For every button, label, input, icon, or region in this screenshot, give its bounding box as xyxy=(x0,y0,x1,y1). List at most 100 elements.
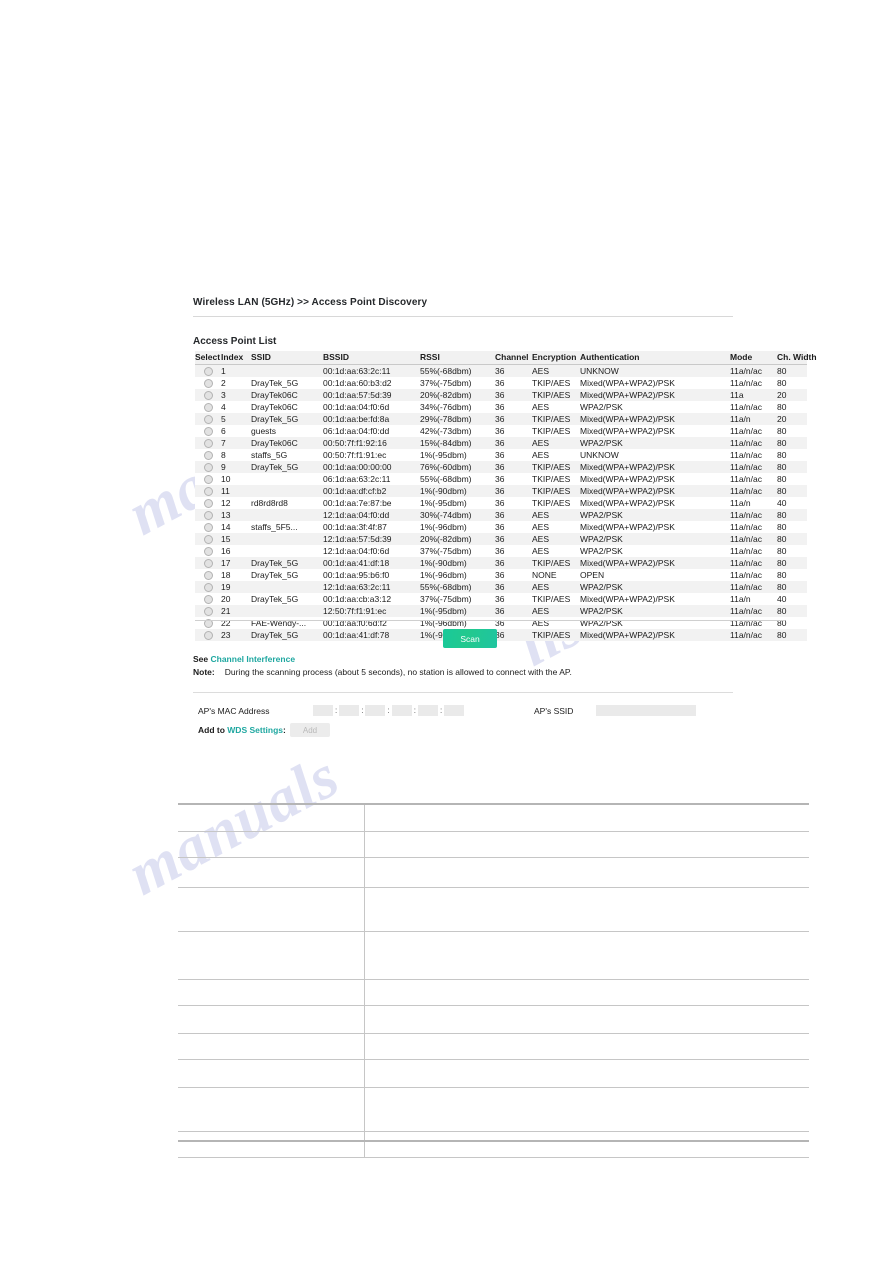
mac-octet-5[interactable] xyxy=(417,705,438,716)
table-cell-bssid: 12:1d:aa:57:5d:39 xyxy=(323,533,392,544)
table-row[interactable]: 12 rd8rd8rd8 00:1d:aa:7e:87:be 1%(-95dbm) 36… xyxy=(195,497,807,509)
select-radio-cell[interactable] xyxy=(195,437,221,449)
table-row[interactable]: 5 DrayTek_5G 00:1d:aa:be:fd:8a 29%(-78dbm) 3… xyxy=(195,413,807,425)
table-row[interactable]: 19 12:1d:aa:63:2c:11 55%(-68dbm) 36 AES WPA2/… xyxy=(195,581,807,593)
radio-button-icon[interactable] xyxy=(203,594,213,604)
ap-ssid-input[interactable] xyxy=(596,705,696,716)
radio-button-icon[interactable] xyxy=(203,402,213,412)
radio-button-icon[interactable] xyxy=(203,510,213,520)
table-row[interactable]: 6 guests 06:1d:aa:04:f0:dd 42%(-73dbm) 36 TKI… xyxy=(195,425,807,437)
table-cell-bssid: 00:1d:aa:df:cf:b2 xyxy=(323,485,387,496)
table-cell-channel: 36 xyxy=(495,389,505,400)
table-row[interactable]: 16 12:1d:aa:04:f0:6d 37%(-75dbm) 36 AES WPA2/… xyxy=(195,545,807,557)
radio-button-icon[interactable] xyxy=(203,486,213,496)
select-radio-cell[interactable] xyxy=(195,581,221,593)
table-row[interactable]: 23DrayTek_5G00:1d:aa:41:df:781%(-96dbm)3… xyxy=(195,629,807,641)
select-radio-cell[interactable] xyxy=(195,365,221,378)
radio-button-icon[interactable] xyxy=(203,522,213,532)
table-cell-channel: 36 xyxy=(495,545,505,556)
mac-octet-6[interactable] xyxy=(444,705,465,716)
select-radio-cell[interactable] xyxy=(195,389,221,401)
radio-button-icon[interactable] xyxy=(203,366,213,376)
table-row[interactable]: 18 DrayTek_5G 00:1d:aa:95:b6:f0 1%(-96dbm) 3… xyxy=(195,569,807,581)
radio-button-icon[interactable] xyxy=(203,438,213,448)
select-radio-cell[interactable] xyxy=(195,545,221,557)
select-radio-cell[interactable] xyxy=(195,497,221,509)
radio-button-icon[interactable] xyxy=(203,558,213,568)
table-cell-mode: 11a/n/ac xyxy=(730,617,762,628)
table-cell-bssid: 00:1d:aa:00:00:00 xyxy=(323,461,392,472)
table-row[interactable]: 11 00:1d:aa:df:cf:b2 1%(-90dbm) 36 TKIP/AES M… xyxy=(195,485,807,497)
description-value xyxy=(365,1131,810,1157)
radio-button-icon[interactable] xyxy=(203,474,213,484)
table-row[interactable]: 7 DrayTek06C 00:50:7f:f1:92:16 15%(-84dbm) 3… xyxy=(195,437,807,449)
select-radio-cell[interactable] xyxy=(195,401,221,413)
radio-button-icon[interactable] xyxy=(203,498,213,508)
table-cell-index: 20 xyxy=(221,593,231,604)
mac-octet-3[interactable] xyxy=(365,705,386,716)
select-radio-cell[interactable] xyxy=(195,593,221,605)
mac-octet-1[interactable] xyxy=(313,705,333,716)
mac-octet-4[interactable] xyxy=(391,705,412,716)
select-radio-cell[interactable] xyxy=(195,533,221,545)
radio-button-icon[interactable] xyxy=(203,534,213,544)
select-radio-cell[interactable] xyxy=(195,605,221,617)
table-row[interactable]: 20 DrayTek_5G 00:1d:aa:cb:a3:12 37%(-75dbm)… xyxy=(195,593,807,605)
table-row[interactable]: 3 DrayTek06C 00:1d:aa:57:5d:39 20%(-82dbm) 3… xyxy=(195,389,807,401)
table-cell-channel: 36 xyxy=(495,473,505,484)
select-radio-cell[interactable] xyxy=(195,617,221,629)
select-radio-cell[interactable] xyxy=(195,629,221,641)
wds-settings-link[interactable]: WDS Settings xyxy=(227,725,283,735)
radio-button-icon[interactable] xyxy=(203,582,213,592)
select-radio-cell[interactable] xyxy=(195,461,221,473)
select-radio-cell[interactable] xyxy=(195,569,221,581)
radio-button-icon[interactable] xyxy=(203,450,213,460)
table-row[interactable]: 2 DrayTek_5G 00:1d:aa:60:b3:d2 37%(-75dbm) 3… xyxy=(195,377,807,389)
table-row[interactable]: 9 DrayTek_5G 00:1d:aa:00:00:00 76%(-60dbm) 3… xyxy=(195,461,807,473)
table-row[interactable]: 8 staffs_5G 00:50:7f:f1:91:ec 1%(-95dbm) 36 A… xyxy=(195,449,807,461)
table-cell-mode: 11a/n/ac xyxy=(730,521,762,532)
select-radio-cell[interactable] xyxy=(195,413,221,425)
select-radio-cell[interactable] xyxy=(195,557,221,569)
radio-button-icon[interactable] xyxy=(203,630,213,640)
table-row[interactable]: 1 00:1d:aa:63:2c:11 55%(-68dbm) 36 AES UNKNOW… xyxy=(195,364,807,378)
table-cell-channel: 36 xyxy=(495,485,505,496)
table-cell-encryption: NONE xyxy=(532,569,557,580)
select-radio-cell[interactable] xyxy=(195,485,221,497)
description-key xyxy=(178,805,365,831)
table-row[interactable]: 13 12:1d:aa:04:f0:dd 30%(-74dbm) 36 AES WPA2/… xyxy=(195,509,807,521)
table-cell-authentication: Mixed(WPA+WPA2)/PSK xyxy=(580,425,675,436)
radio-button-icon[interactable] xyxy=(203,606,213,616)
select-radio-cell[interactable] xyxy=(195,473,221,485)
table-cell-bssid: 00:1d:aa:63:2c:11 xyxy=(323,365,391,376)
table-row[interactable]: 4 DrayTek06C 00:1d:aa:04:f0:6d 34%(-76dbm) 3… xyxy=(195,401,807,413)
table-cell-encryption: TKIP/AES xyxy=(532,593,571,604)
table-row[interactable]: 14 staffs_5F5... 00:1d:aa:3f:4f:87 1%(-96db… xyxy=(195,521,807,533)
channel-interference-link[interactable]: Channel Interference xyxy=(211,654,296,664)
table-row[interactable]: 17 DrayTek_5G 00:1d:aa:41:df:18 1%(-90dbm) 3… xyxy=(195,557,807,569)
mac-octet-2[interactable] xyxy=(339,705,360,716)
select-radio-cell[interactable] xyxy=(195,521,221,533)
description-table-bottom-border xyxy=(178,1140,809,1142)
radio-button-icon[interactable] xyxy=(203,378,213,388)
radio-button-icon[interactable] xyxy=(203,570,213,580)
table-cell-channel: 36 xyxy=(495,509,505,520)
scan-button[interactable]: Scan xyxy=(443,629,497,648)
radio-button-icon[interactable] xyxy=(203,546,213,556)
table-row[interactable]: 21 12:50:7f:f1:91:ec 1%(-95dbm) 36 AES WPA2/P… xyxy=(195,605,807,617)
select-radio-cell[interactable] xyxy=(195,509,221,521)
radio-button-icon[interactable] xyxy=(203,390,213,400)
table-row[interactable]: 22 FAE-Wendy-... 00:1d:aa:f0:6d:f2 1%(-96db… xyxy=(195,617,807,629)
radio-button-icon[interactable] xyxy=(203,426,213,436)
table-row[interactable]: 15 12:1d:aa:57:5d:39 20%(-82dbm) 36 AES WPA2/… xyxy=(195,533,807,545)
ap-mac-address-fields[interactable]: : : : : : xyxy=(313,705,465,716)
table-row[interactable]: 10 06:1d:aa:63:2c:11 55%(-68dbm) 36 TKIP/AES… xyxy=(195,473,807,485)
select-radio-cell[interactable] xyxy=(195,449,221,461)
select-radio-cell[interactable] xyxy=(195,377,221,389)
table-cell-ch-width: 80 xyxy=(777,605,787,616)
add-button[interactable]: Add xyxy=(290,723,330,737)
radio-button-icon[interactable] xyxy=(203,462,213,472)
table-cell-encryption: AES xyxy=(532,509,550,520)
radio-button-icon[interactable] xyxy=(203,414,213,424)
select-radio-cell[interactable] xyxy=(195,425,221,437)
